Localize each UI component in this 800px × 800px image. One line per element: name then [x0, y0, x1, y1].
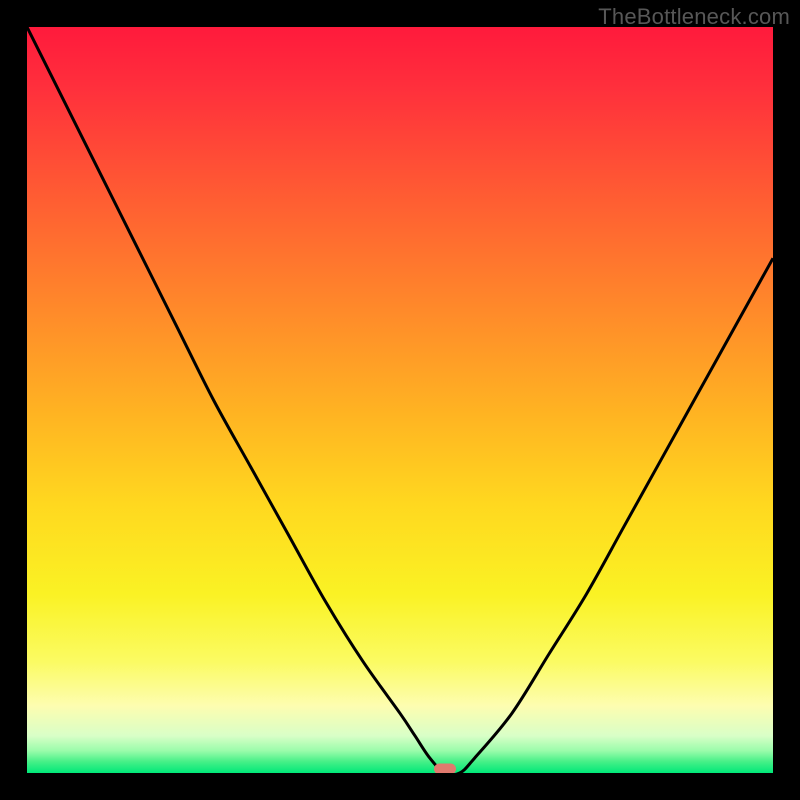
curve-path	[27, 27, 773, 773]
plot-area	[27, 27, 773, 773]
minimum-marker	[434, 764, 456, 774]
chart-frame: TheBottleneck.com	[0, 0, 800, 800]
bottleneck-curve	[27, 27, 773, 773]
watermark-text: TheBottleneck.com	[598, 4, 790, 30]
